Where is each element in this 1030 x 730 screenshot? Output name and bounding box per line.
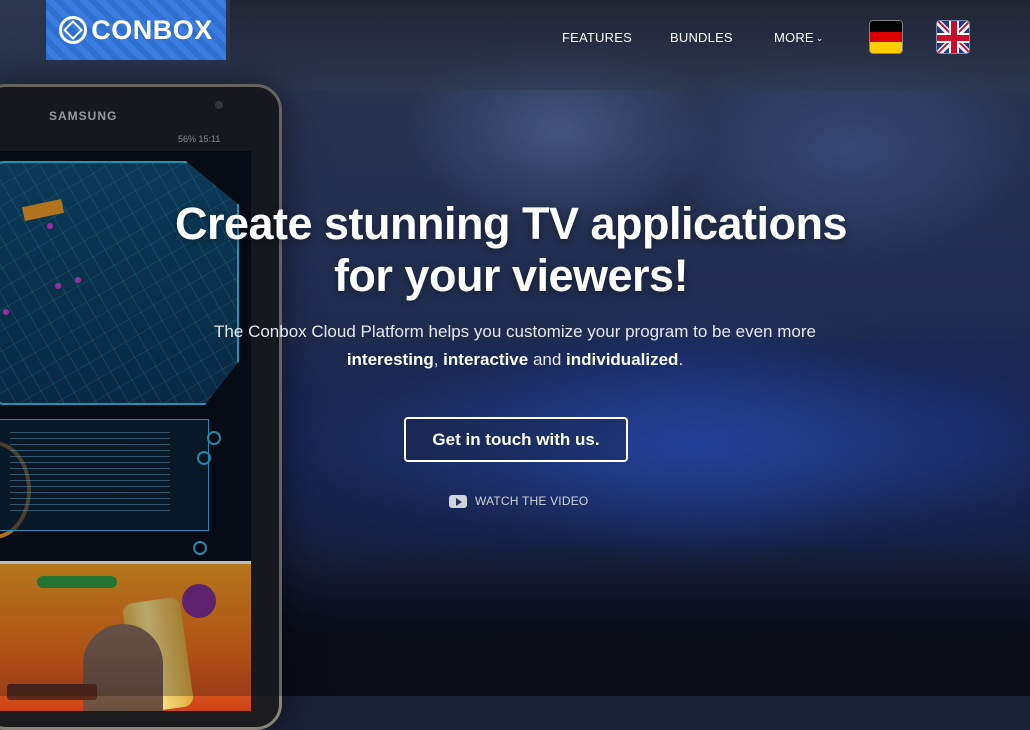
watch-video-link[interactable]: WATCH THE VIDEO [449,492,588,510]
contact-cta-button[interactable]: Get in touch with us. [404,417,628,462]
hero-title-line1: Create stunning TV applications [174,198,848,249]
hero-title: Create stunning TV applications for your… [150,198,872,302]
subtitle-text: The Conbox Cloud Platform helps you cust… [214,322,816,341]
watch-video-label: WATCH THE VIDEO [475,494,589,508]
conbox-logo[interactable]: CONBOX [46,0,226,60]
subtitle-emphasis-interactive: interactive [443,350,529,369]
subtitle-emphasis-individualized: individualized [566,350,679,369]
nav-more[interactable]: MORE ⌄ [774,30,824,45]
uk-flag-icon[interactable] [936,20,970,54]
hero-subtitle: The Conbox Cloud Platform helps you cust… [200,318,830,374]
german-flag-icon[interactable] [869,20,903,54]
conbox-logo-icon [59,16,88,44]
subtitle-emphasis-interesting: interesting [346,350,434,369]
subtitle-text: . [678,350,684,369]
subtitle-text: and [528,350,567,369]
hero-title-line2: for your viewers! [333,250,689,301]
subtitle-text: , [433,350,444,369]
nav-features[interactable]: FEATURES [562,30,632,45]
play-icon [449,494,467,508]
nav-more-label: MORE [774,30,814,45]
nav-bundles[interactable]: BUNDLES [670,30,733,45]
logo-text: CONBOX [91,14,213,45]
chevron-down-icon: ⌄ [815,33,824,43]
